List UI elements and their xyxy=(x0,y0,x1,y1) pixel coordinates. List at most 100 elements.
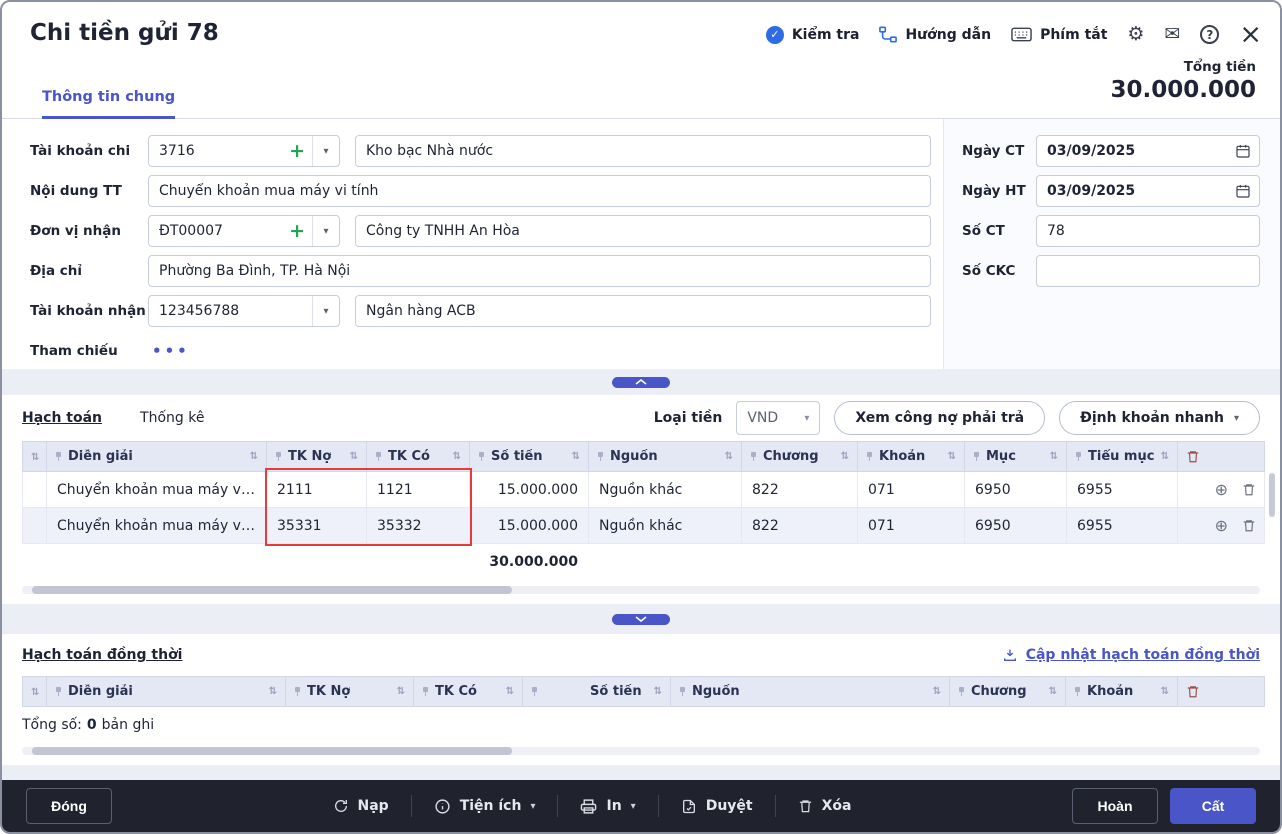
close-icon[interactable]: × xyxy=(1239,24,1262,46)
cell-tieu-muc[interactable]: 6955 xyxy=(1067,472,1178,508)
ngay-ct-input[interactable] xyxy=(1037,143,1227,159)
add-account-icon[interactable]: + xyxy=(282,142,312,161)
add-row-icon[interactable]: ⊕ xyxy=(1215,518,1228,534)
col-khoan[interactable]: Khoản⇅ xyxy=(858,442,965,472)
col-muc[interactable]: Mục⇅ xyxy=(965,442,1067,472)
horizontal-scrollbar[interactable] xyxy=(22,747,1260,755)
cell-tk-co[interactable]: 35332 xyxy=(367,508,470,544)
pin-icon[interactable] xyxy=(422,687,429,696)
tai-khoan-chi-combo[interactable]: + ▾ xyxy=(148,135,340,167)
guide-button[interactable]: Hướng dẫn xyxy=(879,26,991,43)
cell-muc[interactable]: 6950 xyxy=(965,472,1067,508)
sort-icon[interactable]: ⇅ xyxy=(1161,451,1169,462)
undo-button[interactable]: Hoàn xyxy=(1072,788,1158,824)
col-tk-co[interactable]: TK Có⇅ xyxy=(367,442,470,472)
expand-table-button[interactable] xyxy=(612,614,670,625)
don-vi-nhan-combo[interactable]: + ▾ xyxy=(148,215,340,247)
delete-all-icon[interactable] xyxy=(1186,684,1256,699)
delete-button[interactable]: Xóa xyxy=(798,798,852,814)
col-nguon[interactable]: Nguồn⇅ xyxy=(589,442,742,472)
tab-hach-toan[interactable]: Hạch toán xyxy=(22,410,102,426)
tai-khoan-nhan-combo[interactable]: ▾ xyxy=(148,295,340,327)
sort-icon[interactable]: ⇅ xyxy=(350,451,358,462)
col-chuong[interactable]: Chương⇅ xyxy=(950,677,1066,707)
ngay-ht-field[interactable] xyxy=(1036,175,1260,207)
pin-icon[interactable] xyxy=(55,687,62,696)
calendar-icon[interactable] xyxy=(1227,143,1259,159)
tab-hach-toan-dong-thoi[interactable]: Hạch toán đồng thời xyxy=(22,647,182,663)
close-button[interactable]: Đóng xyxy=(26,788,112,824)
cell-tk-no[interactable]: 35331 xyxy=(267,508,367,544)
don-vi-nhan-input[interactable] xyxy=(149,223,282,239)
noi-dung-tt-input[interactable] xyxy=(148,175,931,207)
pin-icon[interactable] xyxy=(679,687,686,696)
pin-icon[interactable] xyxy=(958,687,965,696)
sort-icon[interactable]: ⇅ xyxy=(506,686,514,697)
horizontal-scrollbar[interactable] xyxy=(22,586,1260,594)
cell-tk-co[interactable]: 1121 xyxy=(367,472,470,508)
help-icon[interactable]: ? xyxy=(1200,25,1219,44)
pin-icon[interactable] xyxy=(478,452,485,461)
pin-icon[interactable] xyxy=(866,452,873,461)
sort-icon[interactable]: ⇅ xyxy=(31,452,39,463)
col-dien-giai[interactable]: Diễn giải⇅ xyxy=(47,442,267,472)
sort-icon[interactable]: ⇅ xyxy=(1161,686,1169,697)
col-delete[interactable] xyxy=(1178,442,1265,472)
so-ckc-input[interactable] xyxy=(1036,255,1260,287)
update-simultaneous-link[interactable]: Cập nhật hạch toán đồng thời xyxy=(1002,647,1260,663)
col-so-tien[interactable]: Số tiền⇅ xyxy=(470,442,589,472)
collapse-form-button[interactable] xyxy=(612,377,670,388)
add-receiver-icon[interactable]: + xyxy=(282,222,312,241)
sort-icon[interactable]: ⇅ xyxy=(31,687,39,698)
mail-icon[interactable]: ✉ xyxy=(1164,25,1180,44)
utilities-button[interactable]: Tiện ích ▾ xyxy=(434,798,536,815)
cell-muc[interactable]: 6950 xyxy=(965,508,1067,544)
sort-icon[interactable]: ⇅ xyxy=(725,451,733,462)
sort-icon[interactable]: ⇅ xyxy=(1049,686,1057,697)
delete-all-icon[interactable] xyxy=(1186,449,1256,464)
sort-icon[interactable]: ⇅ xyxy=(948,451,956,462)
cell-tk-no[interactable]: 2111 xyxy=(267,472,367,508)
cell-chuong[interactable]: 822 xyxy=(742,472,858,508)
scrollbar-thumb[interactable] xyxy=(32,586,512,594)
cell-nguon[interactable]: Nguồn khác xyxy=(589,472,742,508)
cell-dien-giai[interactable]: Chuyển khoản mua máy vi... xyxy=(47,472,267,508)
dia-chi-input[interactable] xyxy=(148,255,931,287)
cell-tieu-muc[interactable]: 6955 xyxy=(1067,508,1178,544)
delete-row-icon[interactable] xyxy=(1242,518,1256,533)
tai-khoan-chi-input[interactable] xyxy=(149,143,282,159)
approve-button[interactable]: Duyệt xyxy=(681,798,753,815)
sort-icon[interactable]: ⇅ xyxy=(250,451,258,462)
col-chuong[interactable]: Chương⇅ xyxy=(742,442,858,472)
sort-icon[interactable]: ⇅ xyxy=(397,686,405,697)
currency-select[interactable]: VND ▾ xyxy=(736,401,820,435)
ngay-ct-field[interactable] xyxy=(1036,135,1260,167)
shortcut-button[interactable]: Phím tắt xyxy=(1011,27,1107,43)
sort-icon[interactable]: ⇅ xyxy=(933,686,941,697)
sort-icon[interactable]: ⇅ xyxy=(654,686,662,697)
col-dien-giai[interactable]: Diễn giải⇅ xyxy=(47,677,286,707)
reference-dots-button[interactable]: ••• xyxy=(152,342,190,360)
pin-icon[interactable] xyxy=(973,452,980,461)
check-button[interactable]: ✓ Kiểm tra xyxy=(766,26,860,44)
tai-khoan-chi-name-input[interactable] xyxy=(355,135,931,167)
calendar-icon[interactable] xyxy=(1227,183,1259,199)
cell-chuong[interactable]: 822 xyxy=(742,508,858,544)
cell-khoan[interactable]: 071 xyxy=(858,472,965,508)
sort-icon[interactable]: ⇅ xyxy=(841,451,849,462)
col-tk-no[interactable]: TK Nợ⇅ xyxy=(267,442,367,472)
cell-so-tien[interactable]: 15.000.000 xyxy=(470,472,589,508)
cell-so-tien[interactable]: 15.000.000 xyxy=(470,508,589,544)
pin-icon[interactable] xyxy=(531,687,538,696)
table-row[interactable]: Chuyển khoản mua máy vi... 35331 35332 1… xyxy=(23,508,1265,544)
col-tieu-muc[interactable]: Tiểu mục⇅ xyxy=(1067,442,1178,472)
col-tk-no[interactable]: TK Nợ⇅ xyxy=(286,677,414,707)
ngan-hang-input[interactable] xyxy=(355,295,931,327)
quick-posting-button[interactable]: Định khoản nhanh ▾ xyxy=(1059,401,1260,435)
view-debt-button[interactable]: Xem công nợ phải trả xyxy=(834,401,1045,435)
pin-icon[interactable] xyxy=(1074,687,1081,696)
pin-icon[interactable] xyxy=(275,452,282,461)
add-row-icon[interactable]: ⊕ xyxy=(1215,482,1228,498)
sort-icon[interactable]: ⇅ xyxy=(453,451,461,462)
cell-dien-giai[interactable]: Chuyển khoản mua máy vi... xyxy=(47,508,267,544)
